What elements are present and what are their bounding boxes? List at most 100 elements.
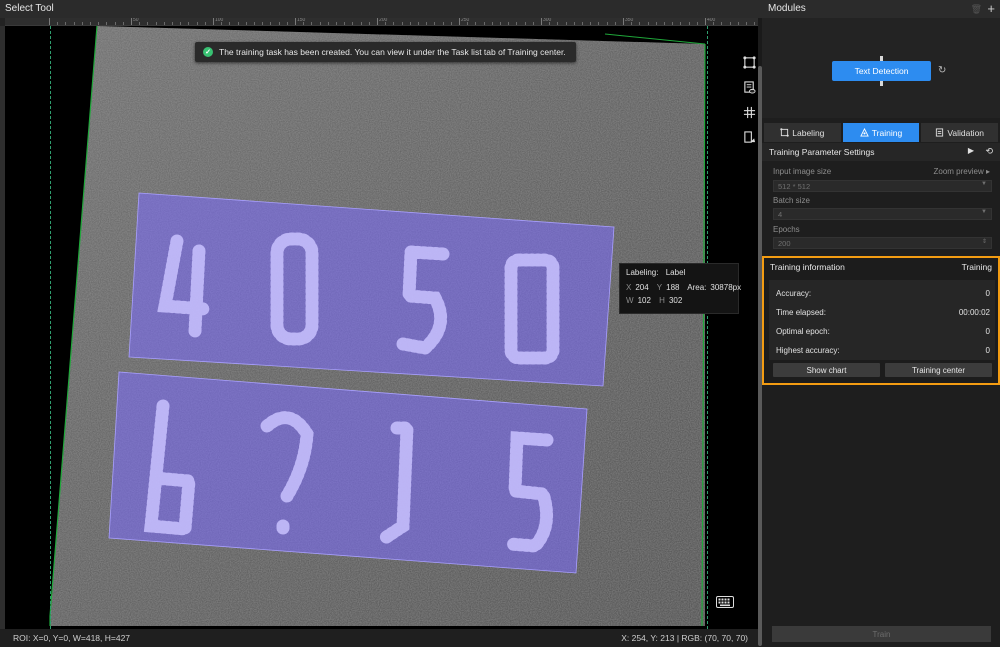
ruler-tick [696,22,698,25]
ruler-tick [721,22,723,25]
image-canvas[interactable]: ✓ The training task has been created. Yo… [5,26,758,629]
zoom-preview-toggle[interactable]: Zoom preview ▸ [934,167,991,176]
ruler-label: 50 [133,18,139,23]
chevron-down-icon: ▼ [981,181,987,187]
ruler-tick [541,18,542,25]
modules-panel: Modules 🗑 + Text Detection ↻ Labeling Tr… [762,0,1000,647]
node-label: Text Detection [854,66,909,76]
canvas-panel: Select Tool 50 100 150 200 250 300 350 400 [0,0,762,647]
training-icon [859,128,869,137]
ruler-label: 400 [707,18,716,23]
metric-row: Time elapsed: 00:00:02 [776,308,990,320]
node-input-pin[interactable] [880,56,883,61]
ruler-tick [90,22,91,25]
metric-label: Time elapsed: [776,308,826,317]
metric-label: Highest accuracy: [776,346,840,355]
ruler-tick [180,22,182,25]
input-size-select[interactable]: 512 * 512 ▼ [773,180,992,192]
label-info-tooltip: Labeling: Label X 204 Y 188 Area: 30878px W… [619,263,742,314]
area-key: Area: [687,283,707,292]
ruler-tick [229,22,231,25]
ruler-label: 350 [625,18,634,23]
ruler-tick [737,22,739,25]
add-icon[interactable]: + [987,1,995,16]
batch-size-select[interactable]: 4 ▼ [773,208,992,220]
trash-icon[interactable]: 🗑 [971,4,982,15]
x-value: 204 [635,283,649,292]
y-key: Y [656,283,663,292]
ruler-tick [532,22,534,25]
canvas-toolbar [740,53,758,153]
ruler-tick [475,22,477,25]
reset-icon[interactable]: ⟲ [985,146,993,157]
epochs-stepper[interactable]: 200 ⇕ [773,237,992,249]
keyboard-icon[interactable] [716,596,734,608]
metric-row: Highest accuracy: 0 [776,346,990,358]
ruler-tick [573,22,575,25]
ruler-tick [524,22,526,25]
metric-row: Accuracy: 0 [776,289,990,301]
node-output-pin[interactable] [880,81,883,86]
w-key: W [626,296,634,305]
ruler-tick [139,22,141,25]
input-size-value: 512 * 512 [778,182,811,191]
stepper-arrows-icon[interactable]: ⇕ [982,238,987,245]
ruler-tick [516,22,518,25]
ruler-tick [106,22,108,25]
ruler-tick [73,22,75,25]
ruler-label: 250 [461,18,470,23]
ruler-label: 150 [297,18,306,23]
ruler-tick [565,22,567,25]
text-detection-node[interactable]: Text Detection [832,56,931,86]
modules-header: Modules 🗑 + [762,0,1000,18]
x-key: X [626,283,632,292]
ruler-tick [245,22,247,25]
ruler-tick [81,22,83,25]
metric-row: Optimal epoch: 0 [776,327,990,339]
ruler-tick [508,22,510,25]
ruler-tick [664,22,665,25]
tab-labeling[interactable]: Labeling [764,123,841,142]
play-icon[interactable]: ▶ [968,146,974,155]
tab-validation[interactable]: Validation [921,123,999,142]
mask-view-icon[interactable] [740,78,758,96]
area-value: 30878px [710,283,742,292]
brush-eraser-icon[interactable] [740,128,758,146]
ruler-tick [557,22,559,25]
panel-title: Select Tool [0,0,762,18]
ruler-tick [262,22,264,25]
labeling-key: Labeling: [626,268,659,277]
show-chart-button[interactable]: Show chart [773,363,880,377]
epochs-value: 200 [778,239,791,248]
ruler-tick [131,18,132,25]
module-tabs: Labeling Training Validation [764,123,999,142]
check-circle-icon: ✓ [203,47,213,57]
training-metrics: Accuracy: 0 Time elapsed: 00:00:02 Optim… [769,280,995,360]
ruler-tick [172,22,173,25]
params-title: Training Parameter Settings [769,147,875,157]
train-button[interactable]: Train [772,626,991,642]
ruler-tick [729,22,731,25]
grid-icon[interactable] [740,103,758,121]
cursor-readout: X: 254, Y: 213 | RGB: (70, 70, 70) [621,633,748,643]
labeled-image[interactable] [5,26,758,629]
y-value: 188 [666,283,680,292]
ruler-tick [614,22,616,25]
ruler-tick [114,22,116,25]
ruler-tick [122,22,124,25]
tab-label: Validation [947,127,985,138]
validation-icon [936,128,944,137]
metric-value: 0 [985,346,990,355]
polygon-edit-icon[interactable] [740,53,758,71]
training-center-button[interactable]: Training center [885,363,992,377]
toast-message: The training task has been created. You … [219,47,566,57]
chevron-down-icon: ▼ [981,209,987,215]
tab-training[interactable]: Training [842,123,920,142]
ruler-tick [65,22,67,25]
ruler-tick [647,22,649,25]
input-size-label: Input image size [773,167,832,176]
ruler-tick [582,22,583,25]
ruler-tick [623,18,624,25]
ruler-tick [196,22,198,25]
ruler-tick [746,22,747,25]
